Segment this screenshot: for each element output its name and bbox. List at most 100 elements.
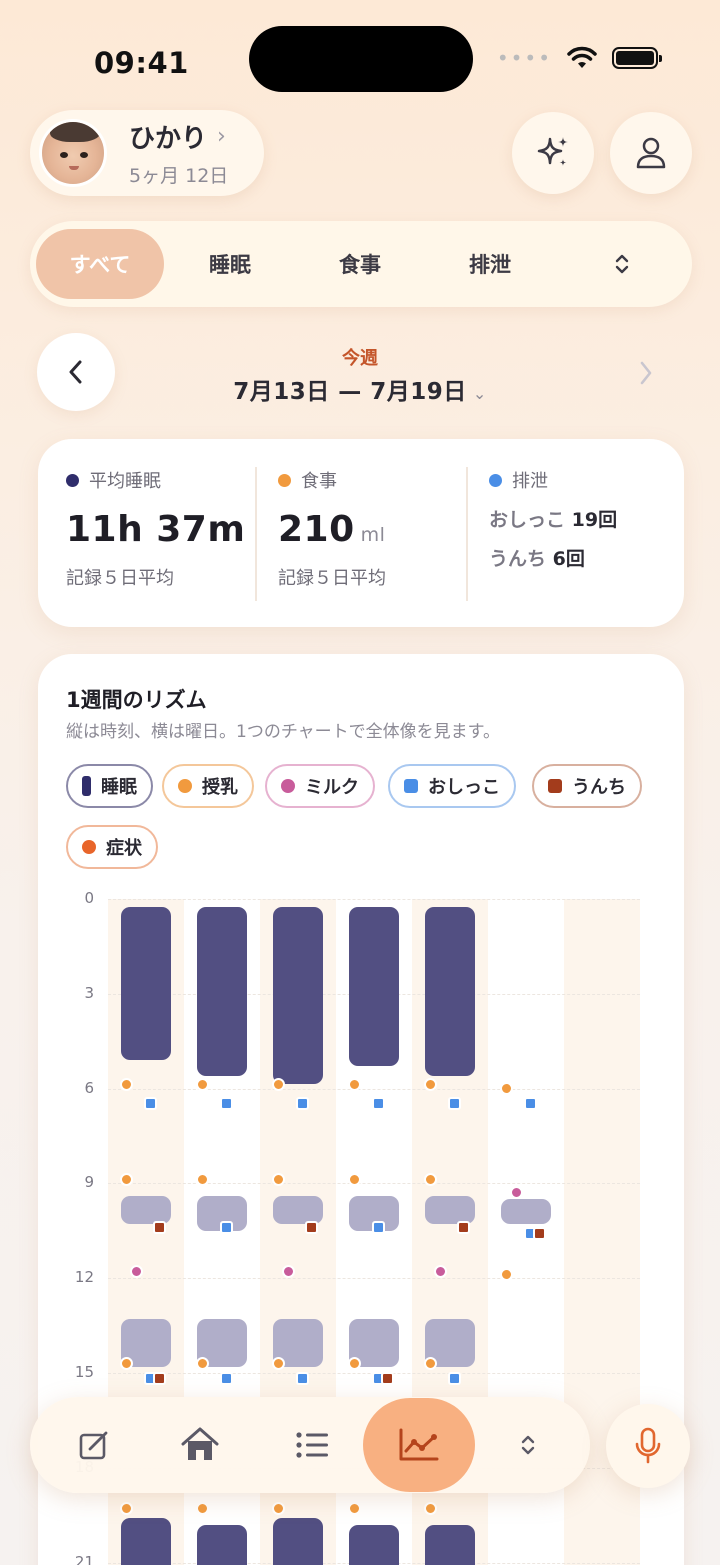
pee-marker [524,1097,537,1111]
tab-sleep[interactable]: 睡眠 [180,229,280,299]
tab-list[interactable] [288,1421,336,1469]
signal-icon: •••• [496,46,552,70]
rhythm-title: 1週間のリズム [66,688,207,712]
pee-marker [296,1097,309,1111]
tab-meal[interactable]: 食事 [310,229,410,299]
feeding-swatch [178,779,192,793]
profile-selector[interactable]: ひかり › 5ヶ月 12日 [30,110,264,196]
legend-chip-poo[interactable]: うんち [532,764,642,808]
sleep-bar [501,1199,551,1225]
excretion-dot [489,473,502,487]
y-tick-label: 12 [74,1268,94,1287]
tab-more[interactable] [504,1421,552,1469]
feeding-marker [272,1501,285,1515]
pee-marker [296,1372,309,1386]
status-time: 09:41 [94,46,189,80]
feeding-marker [196,1501,209,1515]
pee-marker [220,1220,233,1234]
week-range-selector[interactable]: 7月13日 — 7月19日 ⌄ [0,372,720,406]
summary-meal: 食事 210 ml 記録５日平均 [278,467,386,590]
sleep-dot [66,473,79,487]
legend-chip-feeding[interactable]: 授乳 [162,764,254,808]
sleep-bar [197,906,247,1076]
profile-age: 5ヶ月 12日 [129,165,229,187]
rhythm-subtitle: 縦は時刻、横は曜日。1つのチャートで全体像を見ます。 [66,722,500,742]
sleep-bar [121,1518,171,1565]
pee-marker [144,1097,157,1111]
poo-marker [457,1220,470,1234]
y-tick-label: 21 [74,1552,94,1565]
feeding-marker [424,1501,437,1515]
pee-marker [448,1097,461,1111]
y-tick-label: 3 [84,983,94,1002]
divider [466,467,468,601]
sleep-bar [425,906,475,1076]
ai-assistant-button[interactable] [512,112,594,194]
pee-marker [448,1372,461,1386]
sleep-bar [349,906,399,1067]
summary-poo: うんち 6回 [489,548,585,570]
sleep-bar [197,1524,247,1565]
pee-swatch [404,779,418,793]
chevron-down-icon: ⌄ [472,384,487,403]
poo-marker [305,1220,318,1234]
status-icons: •••• [496,46,662,70]
pee-marker [220,1372,233,1386]
summary-pee: おしっこ 19回 [489,509,618,531]
tab-all[interactable]: すべて [36,229,164,299]
summary-sleep: 平均睡眠 11h 37m 記録５日平均 [66,467,245,590]
legend-chip-symptom[interactable]: 症状 [66,825,158,869]
sleep-bar [425,1524,475,1565]
bottom-tab-bar [30,1397,590,1493]
tab-record[interactable] [70,1421,118,1469]
gridline [108,899,640,900]
feeding-marker [120,1501,133,1515]
legend-chip-sleep[interactable]: 睡眠 [66,764,153,808]
week-range: 7月13日 — 7月19日 [233,379,467,405]
y-tick-label: 15 [74,1363,94,1381]
category-filter-tabs: すべて 睡眠 食事 排泄 [30,221,692,307]
pee-marker [372,1220,385,1234]
home-icon [181,1427,219,1460]
y-tick-label: 9 [84,1173,94,1192]
symptom-swatch [82,840,96,854]
milk-marker [282,1264,295,1278]
list-icon [296,1432,328,1458]
pee-marker [372,1097,385,1111]
summary-excretion: 排泄 おしっこ 19回 うんち 6回 [489,467,617,571]
pee-marker [220,1097,233,1111]
tab-excretion[interactable]: 排泄 [440,229,540,299]
sleep-bar [121,906,171,1061]
gridline [108,1278,640,1280]
user-icon [636,137,666,169]
summary-sleep-title: 平均睡眠 [89,471,161,492]
next-week-button[interactable] [626,355,666,391]
milk-marker [434,1264,447,1278]
feeding-marker [348,1356,361,1370]
more-chevron-icon [521,1435,535,1455]
feeding-marker [120,1356,133,1370]
poo-marker [153,1220,166,1234]
chart-icon [399,1428,439,1461]
sleep-bar [349,1524,399,1565]
legend-chip-pee[interactable]: おしっこ [388,764,516,808]
feeding-marker [424,1356,437,1370]
feeding-marker [500,1268,513,1282]
summary-sleep-value: 11h 37m [66,509,246,550]
milk-marker [130,1264,143,1278]
summary-sleep-sub: 記録５日平均 [66,568,174,589]
tab-more-button[interactable] [600,229,644,299]
voice-input-button[interactable] [606,1404,690,1488]
poo-swatch [548,779,562,793]
legend-chip-milk[interactable]: ミルク [265,764,375,808]
tab-home[interactable] [176,1421,224,1469]
divider [255,467,257,601]
summary-meal-title: 食事 [301,471,337,492]
account-button[interactable] [610,112,692,194]
week-label: 今週 [342,348,378,369]
chevron-up-down-icon [615,254,629,274]
edit-icon [79,1431,108,1460]
tab-chart[interactable] [363,1398,475,1492]
summary-meal-value: 210 [278,509,355,550]
weekly-summary-card: 平均睡眠 11h 37m 記録５日平均 食事 210 ml 記録５日平均 排泄 お… [38,439,684,627]
